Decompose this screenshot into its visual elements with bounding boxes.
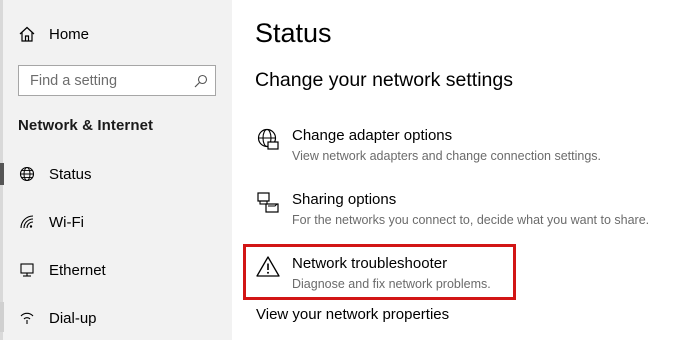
ethernet-icon [20, 263, 34, 277]
view-network-properties-link[interactable]: View your network properties [256, 306, 449, 323]
section-heading: Change your network settings [255, 69, 513, 91]
home-link[interactable]: Home [18, 22, 89, 46]
dialup-icon [20, 312, 34, 324]
sharing-icon [257, 192, 279, 213]
change-adapter-options[interactable]: Change adapter options View network adap… [254, 127, 674, 177]
sidebar-item-label: Dial-up [49, 309, 97, 327]
sidebar-item-ethernet[interactable]: Ethernet [0, 255, 232, 285]
section-title: Network & Internet [18, 117, 154, 134]
sidebar-item-label: Wi-Fi [49, 213, 84, 231]
home-icon [19, 26, 35, 42]
option-description: View network adapters and change connect… [292, 149, 601, 163]
option-title: Change adapter options [292, 127, 453, 144]
highlight-box [243, 244, 516, 300]
search-box[interactable]: Find a setting [18, 65, 216, 96]
option-description: For the networks you connect to, decide … [292, 213, 650, 227]
search-input[interactable]: Find a setting [30, 73, 194, 89]
search-icon[interactable] [194, 74, 208, 88]
sidebar-item-wifi[interactable]: Wi-Fi [0, 207, 232, 237]
page-title: Status [255, 18, 332, 48]
sidebar-item-status[interactable]: Status [0, 159, 232, 189]
option-title: Sharing options [292, 191, 397, 208]
globe-icon [19, 166, 35, 182]
sidebar: Home Find a setting Network & Internet S… [0, 0, 232, 340]
sharing-options[interactable]: Sharing options For the networks you con… [254, 191, 674, 241]
sidebar-item-dialup[interactable]: Dial-up [0, 303, 232, 333]
sidebar-item-label: Status [49, 165, 92, 183]
home-label: Home [49, 25, 90, 43]
wifi-icon [20, 215, 34, 229]
sidebar-item-label: Ethernet [49, 261, 106, 279]
adapter-icon [257, 128, 279, 150]
